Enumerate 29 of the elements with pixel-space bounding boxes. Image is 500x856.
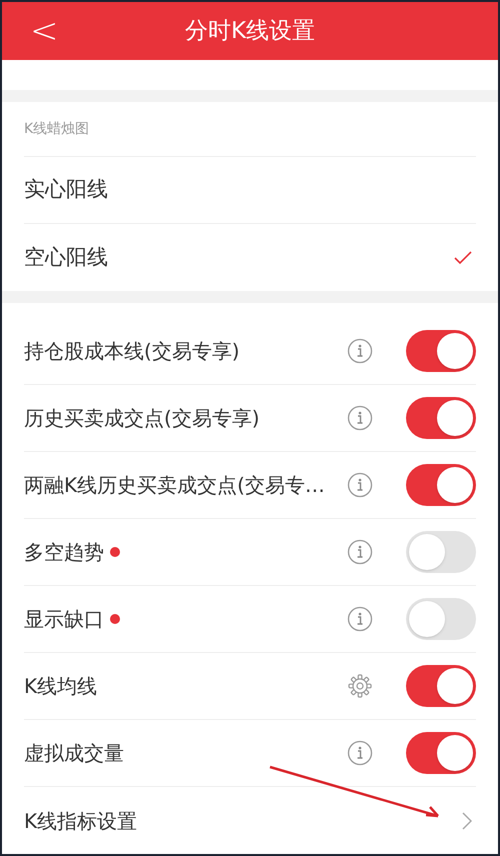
option-row[interactable]: 空心阳线 — [24, 224, 476, 291]
toggle-switch[interactable] — [406, 531, 476, 573]
toggle-switch[interactable] — [406, 598, 476, 640]
toggle-switch[interactable] — [406, 665, 476, 707]
setting-label: 两融K线历史买卖成交点(交易专… — [24, 472, 325, 499]
option-row[interactable]: 实心阳线 — [24, 157, 476, 224]
setting-label: 持仓股成本线(交易专享) — [24, 338, 240, 365]
info-icon[interactable] — [347, 405, 373, 431]
info-icon[interactable] — [347, 740, 373, 766]
toggle-switch[interactable] — [406, 397, 476, 439]
info-icon[interactable] — [347, 606, 373, 632]
chevron-right-icon — [462, 812, 472, 830]
info-icon[interactable] — [347, 539, 373, 565]
setting-label: 虚拟成交量 — [24, 740, 124, 767]
setting-label: K线均线 — [24, 673, 98, 700]
toggle-switch[interactable] — [406, 330, 476, 372]
setting-label: 显示缺口 — [24, 606, 104, 633]
settings-link-row[interactable]: K线指标设置 — [24, 787, 476, 854]
page-title: 分时K线设置 — [184, 16, 316, 46]
setting-label: 历史买卖成交点(交易专享) — [24, 405, 260, 432]
back-button[interactable]: < — [30, 14, 58, 48]
toggle-switch[interactable] — [406, 732, 476, 774]
setting-label: 多空趋势 — [24, 539, 104, 566]
toggle-switch[interactable] — [406, 464, 476, 506]
info-icon[interactable] — [347, 472, 373, 498]
info-icon[interactable] — [347, 338, 373, 364]
check-icon — [454, 250, 472, 264]
section-label: K线蜡烛图 — [24, 120, 90, 138]
settings-icon[interactable] — [347, 673, 373, 699]
